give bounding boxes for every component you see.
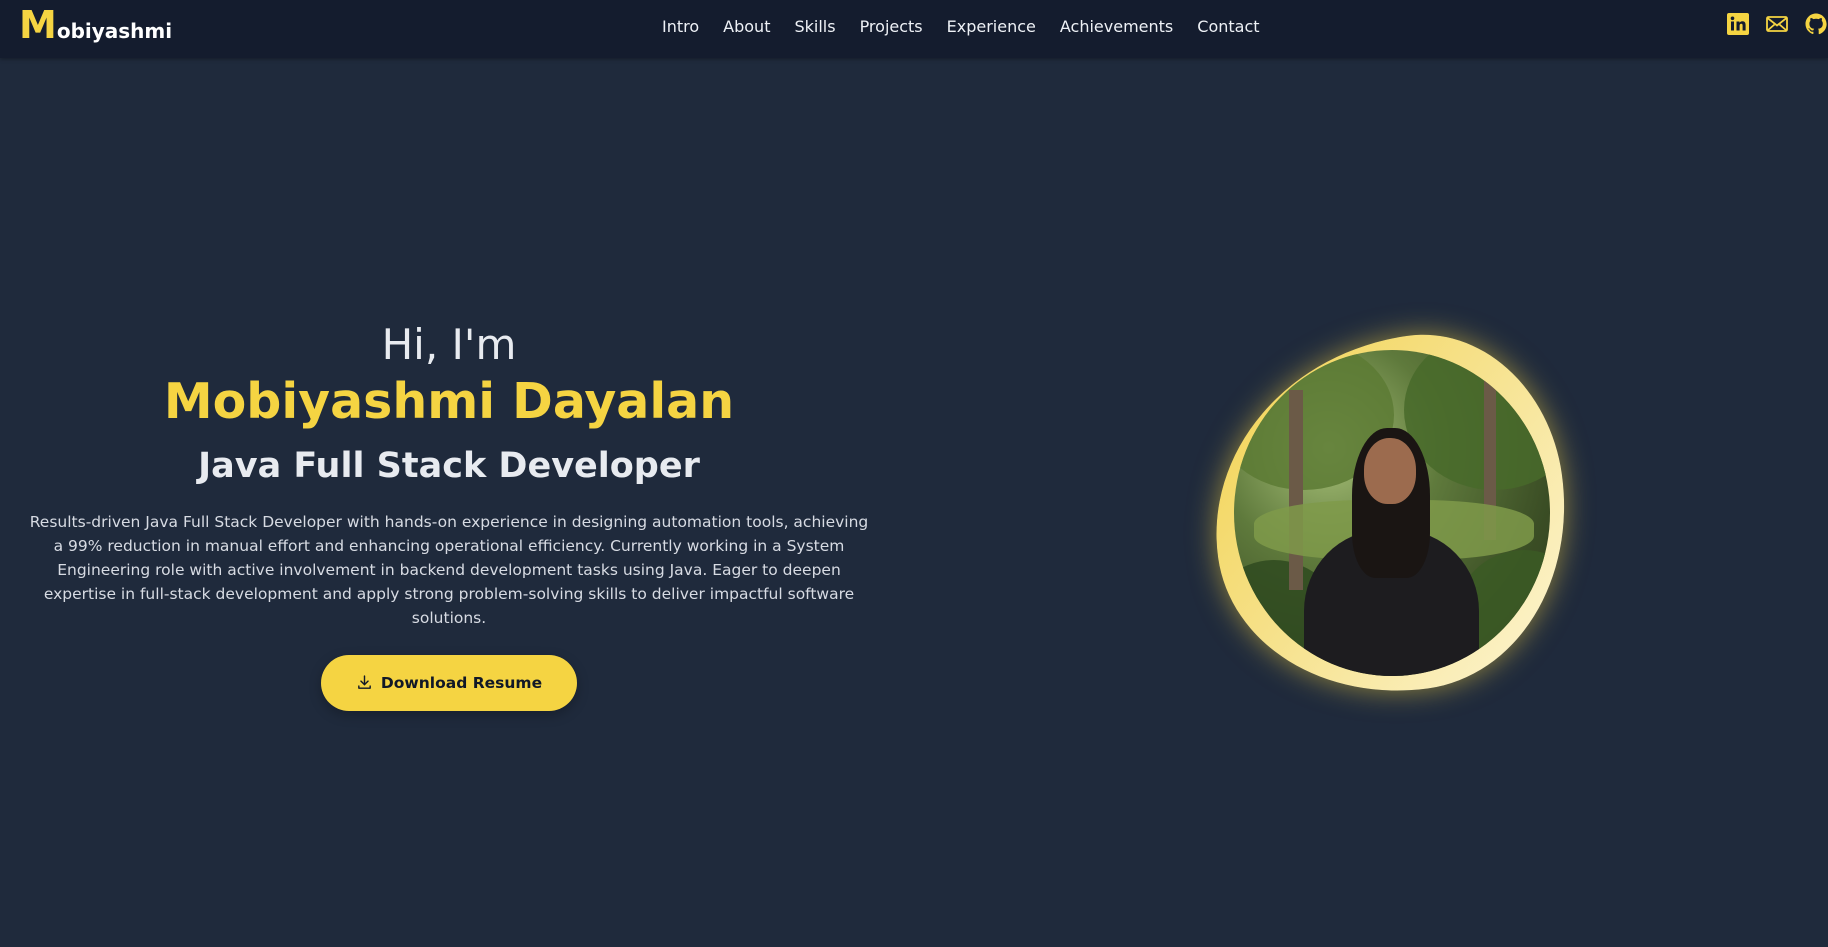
nav-link-about[interactable]: About [711,17,782,36]
nav-link-contact[interactable]: Contact [1185,17,1271,36]
profile-photo-frame [1191,317,1589,715]
mail-icon[interactable] [1765,12,1789,36]
hero-name: Mobiyashmi Dayalan [163,373,735,431]
social-links [1726,12,1828,36]
greeting: Hi, I'm [381,320,517,369]
nav-link-intro[interactable]: Intro [650,17,711,36]
hero-role: Java Full Stack Developer [198,446,700,487]
linkedin-icon[interactable] [1726,12,1750,36]
logo-text: obiyashmi [56,19,173,43]
logo-initial: M [19,3,57,47]
download-resume-label: Download Resume [380,673,543,692]
hero-intro: Hi, I'm Mobiyashmi Dayalan Java Full Sta… [20,320,878,711]
nav-link-experience[interactable]: Experience [935,17,1048,36]
logo[interactable]: M obiyashmi [19,6,172,44]
download-icon [358,675,371,689]
profile-photo [1234,350,1550,676]
nav-links: Intro About Skills Projects Experience A… [650,0,1272,52]
nav-link-achievements[interactable]: Achievements [1048,17,1185,36]
nav-link-skills[interactable]: Skills [782,17,847,36]
download-resume-button[interactable]: Download Resume [321,654,577,711]
navbar: M obiyashmi Intro About Skills Projects … [0,0,1828,58]
hero-summary: Results-driven Java Full Stack Developer… [29,512,869,627]
nav-link-projects[interactable]: Projects [848,17,935,36]
github-icon[interactable] [1804,12,1828,36]
